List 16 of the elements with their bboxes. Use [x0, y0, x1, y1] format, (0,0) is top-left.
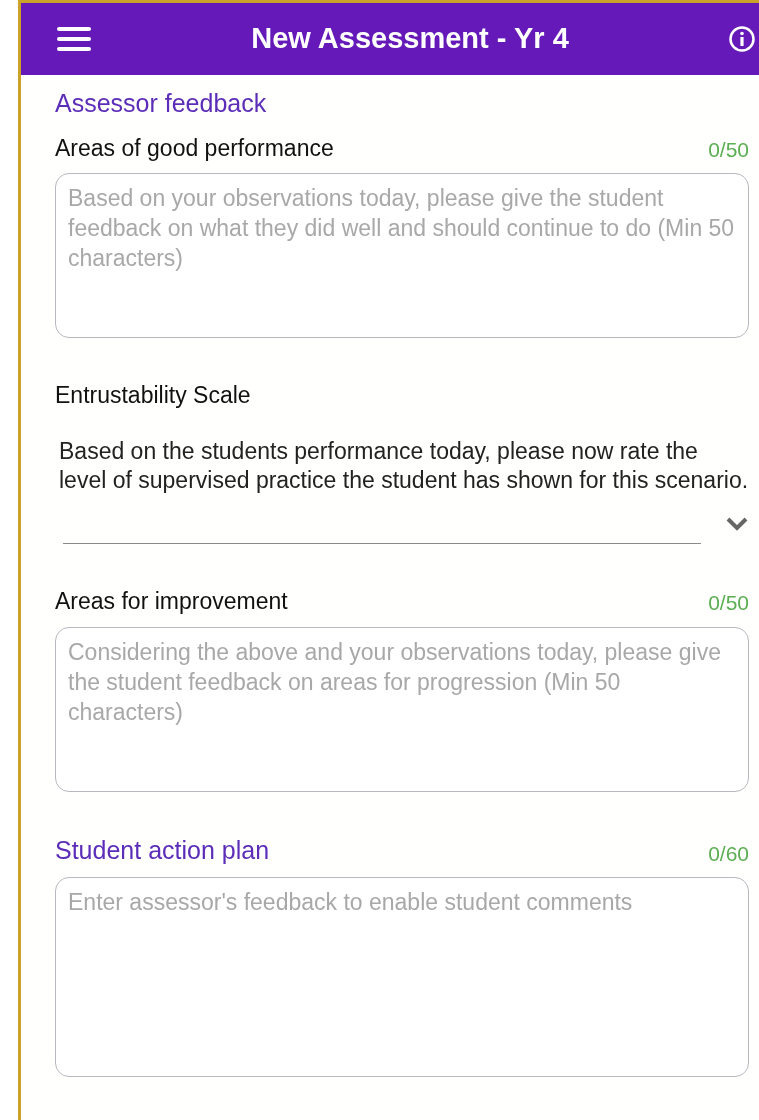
character-counter: 0/50 [708, 590, 749, 617]
section-heading: Assessor feedback [55, 88, 268, 119]
field-label: Areas of good performance [55, 133, 334, 163]
character-counter: 0/60 [708, 840, 749, 867]
text-area[interactable]: Considering the above and your observations today, please give the student feedback on areas for progression (Min 50 characters) [55, 626, 749, 792]
field-label: Entrustability Scale [55, 381, 252, 410]
section-heading: Student action plan [55, 834, 270, 866]
info-icon[interactable] [729, 26, 755, 52]
menu-icon[interactable] [57, 27, 91, 51]
text-area[interactable]: Based on your observations today, please give the student feedback on what they did well and should continue to do (Min 50 characters) [55, 173, 749, 338]
text-area[interactable]: Enter assessor's feedback to enable student comments [55, 877, 749, 1078]
chevron-down-icon[interactable] [725, 516, 749, 533]
field-description: Based on the students performance today, please now rate the level of supervised practice the student has shown for this scenario. [58, 436, 749, 496]
character-counter: 0/50 [708, 136, 749, 163]
screen-title: New Assessment - Yr 4 [251, 21, 569, 57]
field-label: Areas for improvement [55, 587, 288, 617]
